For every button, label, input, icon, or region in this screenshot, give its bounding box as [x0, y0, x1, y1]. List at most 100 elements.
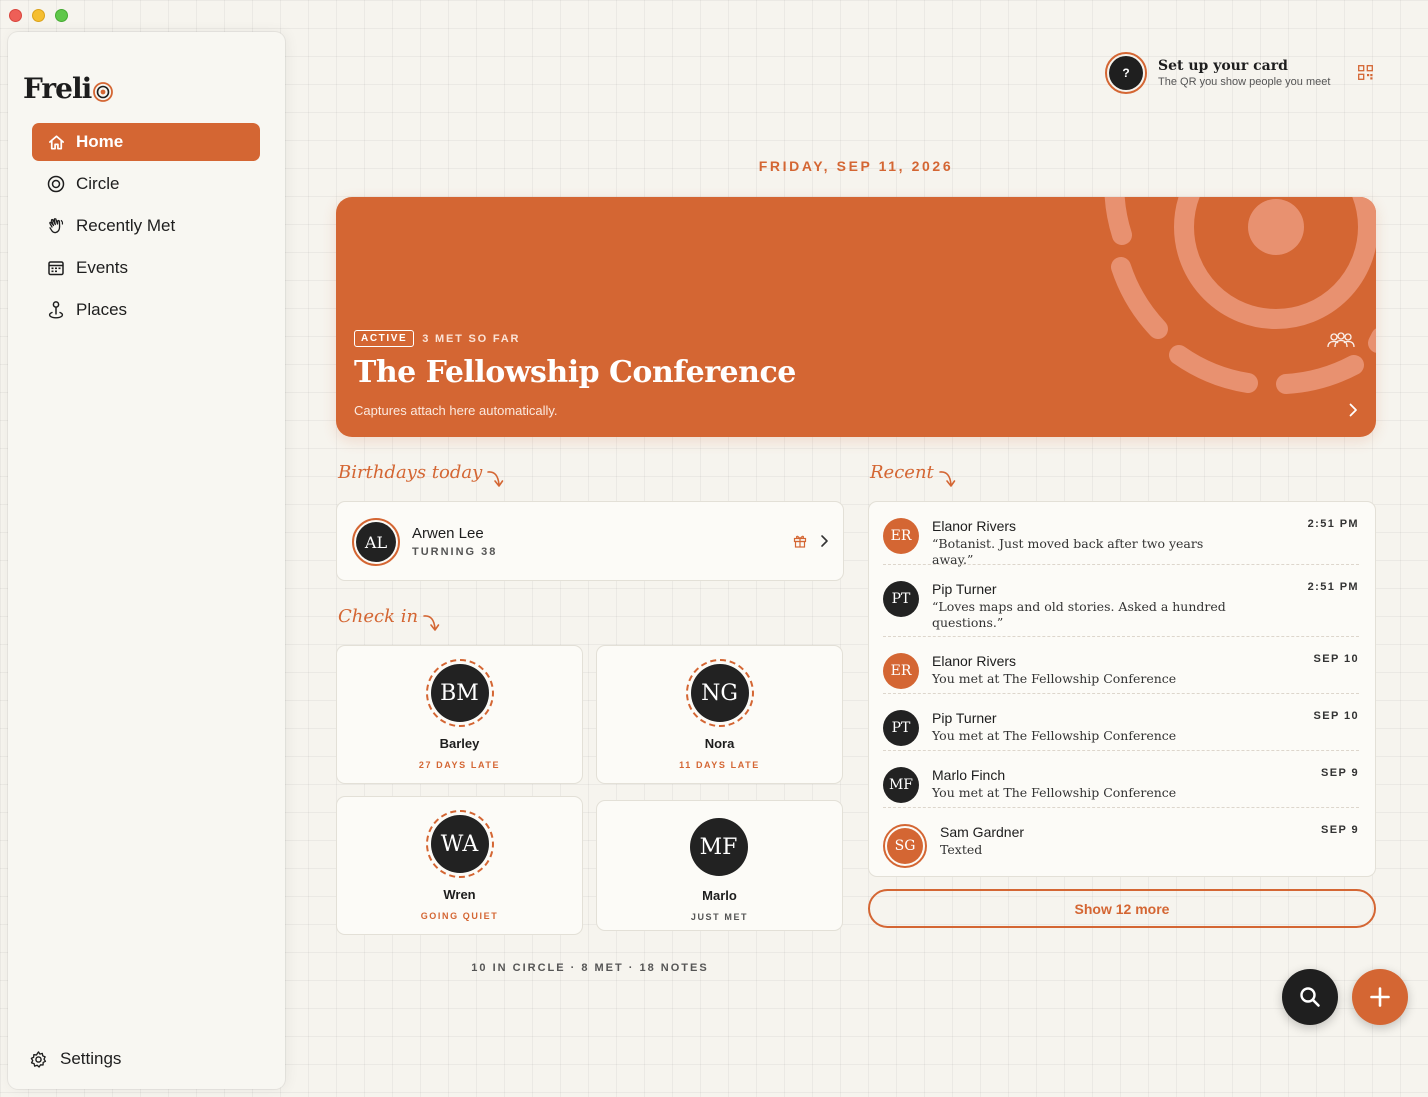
avatar: NG [685, 659, 754, 727]
sidebar-item-places[interactable]: Places [32, 291, 260, 329]
check-in-status: 11 DAYS LATE [679, 760, 760, 770]
avatar: MF [689, 818, 750, 878]
sidebar-item-recently-met[interactable]: Recently Met [32, 207, 260, 245]
gift-icon[interactable] [793, 534, 807, 548]
avatar: BM [425, 659, 494, 727]
check-in-tile[interactable]: BM Barley 27 DAYS LATE [336, 645, 583, 784]
check-in-name: Wren [443, 887, 476, 902]
sidebar-item-label: Events [76, 258, 128, 277]
avatar: WA [425, 810, 494, 878]
recent-time: SEP 9 [1321, 767, 1359, 779]
check-in-name: Marlo [702, 888, 737, 903]
birthday-card[interactable]: AL Arwen Lee TURNING 38 [336, 501, 844, 581]
birthday-name: Arwen Lee [412, 525, 484, 542]
setup-card-prompt[interactable]: ? Set up your card The QR you show peopl… [1105, 51, 1375, 95]
pin-icon [46, 300, 66, 320]
check-in-name: Barley [439, 736, 480, 751]
recent-name: Elanor Rivers [932, 518, 1017, 534]
recent-heading: Recent [870, 462, 956, 490]
sidebar-nav: Home Circle Recently Met Events Places [32, 123, 260, 333]
avatar-initials: NG [690, 664, 749, 722]
chevron-right-icon [821, 535, 828, 547]
current-date: FRIDAY, SEP 11, 2026 [758, 158, 954, 174]
minimize-window-button[interactable] [32, 9, 45, 22]
plus-icon [1370, 987, 1390, 1007]
avatar: MF [883, 767, 919, 803]
avatar-placeholder: ? [1109, 56, 1143, 90]
setup-card-subtitle: The QR you show people you meet [1158, 76, 1331, 88]
list-item[interactable]: PT Pip Turner “Loves maps and old storie… [883, 564, 1359, 636]
avatar: SG [883, 824, 927, 868]
sidebar-item-home[interactable]: Home [32, 123, 260, 161]
avatar-initials: WA [430, 815, 489, 873]
logo-target-icon [93, 81, 114, 102]
list-item[interactable]: SG Sam Gardner Texted SEP 9 [883, 807, 1359, 870]
check-in-status: GOING QUIET [420, 911, 499, 921]
recent-time: 2:51 PM [1307, 581, 1359, 593]
check-in-tile[interactable]: NG Nora 11 DAYS LATE [596, 645, 843, 784]
sidebar-item-events[interactable]: Events [32, 249, 260, 287]
recent-name: Marlo Finch [932, 767, 1006, 783]
avatar: AL [352, 518, 400, 566]
active-event-card[interactable]: ACTIVE 3 MET SO FAR The Fellowship Confe… [336, 197, 1376, 437]
event-subtitle: Captures attach here automatically. [354, 403, 558, 418]
sidebar-item-label: Recently Met [76, 216, 176, 235]
avatar-initials: AL [356, 522, 396, 562]
zoom-window-button[interactable] [55, 9, 68, 22]
search-button[interactable] [1282, 969, 1338, 1025]
show-more-button[interactable]: Show 12 more [868, 889, 1376, 928]
recent-name: Pip Turner [932, 710, 997, 726]
search-icon [1300, 987, 1320, 1007]
avatar-initials: BM [430, 664, 489, 722]
list-item[interactable]: ER Elanor Rivers “Botanist. Just moved b… [883, 502, 1359, 567]
app-name: Freli [23, 72, 92, 105]
birthdays-heading-text: Birthdays today [338, 462, 483, 483]
people-group-icon [1327, 332, 1355, 348]
event-title: The Fellowship Conference [354, 355, 796, 390]
list-item[interactable]: PT Pip Turner You met at The Fellowship … [883, 693, 1359, 750]
recent-note: You met at The Fellowship Conference [932, 671, 1177, 686]
target-decoration-icon [1104, 197, 1376, 394]
check-in-status: 27 DAYS LATE [418, 760, 501, 770]
circle-icon [46, 174, 66, 194]
add-button[interactable] [1352, 969, 1408, 1025]
divider [883, 750, 1359, 751]
sidebar-item-label: Circle [76, 174, 120, 193]
check-in-status: JUST MET [690, 912, 749, 922]
wave-hand-icon [46, 216, 66, 236]
window-titlebar [0, 0, 1428, 32]
recent-note: You met at The Fellowship Conference [932, 785, 1177, 800]
close-window-button[interactable] [9, 9, 22, 22]
qr-code-icon[interactable] [1358, 65, 1373, 80]
recent-note: Texted [940, 842, 983, 857]
sidebar-item-settings[interactable]: Settings [28, 1049, 121, 1069]
list-item[interactable]: ER Elanor Rivers You met at The Fellowsh… [883, 636, 1359, 693]
avatar: PT [883, 581, 919, 617]
check-in-heading-text: Check in [338, 606, 419, 627]
sidebar-item-label: Home [76, 132, 124, 151]
recent-note: “Loves maps and old stories. Asked a hun… [932, 599, 1226, 630]
settings-label: Settings [60, 1049, 122, 1068]
divider [883, 564, 1359, 565]
avatar: ER [883, 518, 919, 554]
divider [883, 636, 1359, 637]
recent-time: SEP 10 [1313, 710, 1359, 722]
divider [883, 693, 1359, 694]
check-in-heading: Check in [338, 606, 440, 634]
check-in-name: Nora [704, 736, 735, 751]
recent-time: SEP 9 [1321, 824, 1359, 836]
recent-time: 2:51 PM [1307, 518, 1359, 530]
list-item[interactable]: MF Marlo Finch You met at The Fellowship… [883, 750, 1359, 807]
divider [883, 807, 1359, 808]
sidebar-item-circle[interactable]: Circle [32, 165, 260, 203]
app-logo: Freli [23, 72, 114, 105]
sidebar-item-label: Places [76, 300, 128, 319]
avatar-initials: MF [689, 818, 748, 876]
summary-stats: 10 IN CIRCLE · 8 MET · 18 NOTES [471, 962, 709, 974]
birthdays-heading: Birthdays today [338, 462, 504, 490]
birthday-age: TURNING 38 [412, 546, 498, 558]
recent-name: Sam Gardner [940, 824, 1025, 840]
check-in-tile[interactable]: WA Wren GOING QUIET [336, 796, 583, 935]
check-in-tile[interactable]: MF Marlo JUST MET [596, 800, 843, 931]
avatar: PT [883, 710, 919, 746]
